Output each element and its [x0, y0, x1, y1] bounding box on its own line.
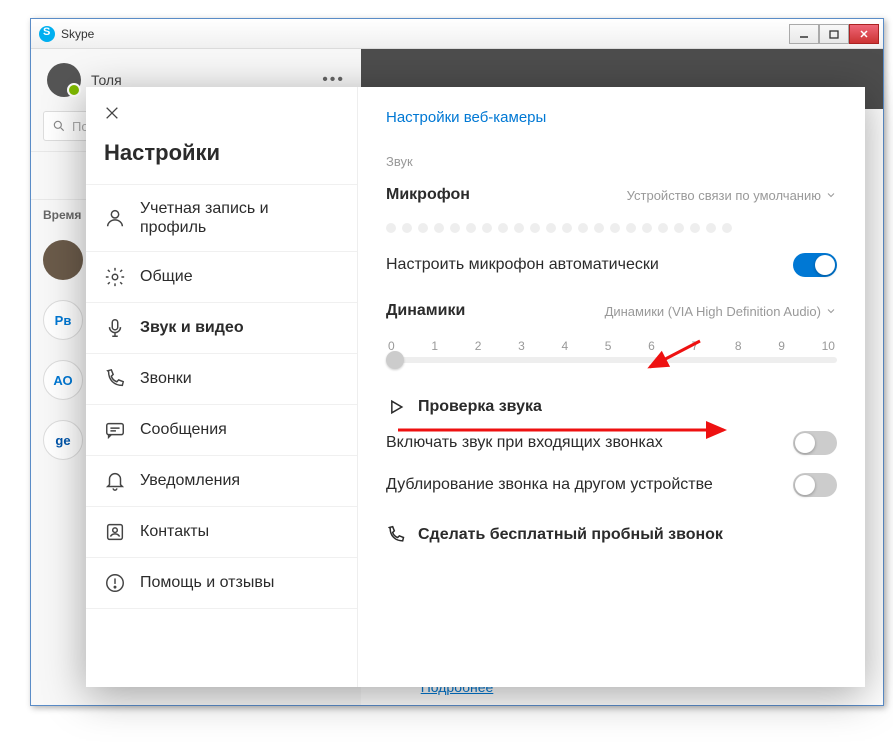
- nav-contacts[interactable]: Контакты: [86, 506, 357, 557]
- scale-mark: 8: [735, 339, 742, 353]
- help-icon: [104, 572, 126, 594]
- level-dot: [562, 223, 572, 233]
- level-dot: [386, 223, 396, 233]
- chevron-down-icon: [825, 189, 837, 201]
- webcam-settings-link[interactable]: Настройки веб-камеры: [386, 109, 546, 126]
- scale-mark: 7: [692, 339, 699, 353]
- phone-icon: [104, 368, 126, 390]
- level-dot: [498, 223, 508, 233]
- settings-nav: Настройки Учетная запись и профиль Общие…: [86, 87, 358, 687]
- contacts-icon: [104, 521, 126, 543]
- close-settings-button[interactable]: [86, 87, 357, 134]
- level-dot: [674, 223, 684, 233]
- auto-mic-toggle[interactable]: [793, 253, 837, 277]
- scale-mark: 3: [518, 339, 525, 353]
- microphone-icon: [104, 317, 126, 339]
- bell-icon: [104, 470, 126, 492]
- speakers-label: Динамики: [386, 302, 465, 320]
- title-bar: Skype: [31, 19, 883, 49]
- gear-icon: [104, 266, 126, 288]
- level-dot: [578, 223, 588, 233]
- avatar: [47, 63, 81, 97]
- user-icon: [104, 207, 126, 229]
- skype-logo-icon: [39, 26, 55, 42]
- phone-icon: [386, 525, 406, 545]
- window-title: Skype: [61, 27, 789, 41]
- microphone-level-meter: [386, 223, 837, 233]
- level-dot: [626, 223, 636, 233]
- ring-incoming-label: Включать звук при входящих звонках: [386, 434, 663, 452]
- nav-general[interactable]: Общие: [86, 251, 357, 302]
- level-dot: [642, 223, 652, 233]
- free-test-call-button[interactable]: Сделать бесплатный пробный звонок: [386, 513, 837, 557]
- ring-incoming-toggle[interactable]: [793, 431, 837, 455]
- level-dot: [450, 223, 460, 233]
- nav-calls[interactable]: Звонки: [86, 353, 357, 404]
- close-icon: [104, 105, 120, 121]
- play-icon: [386, 397, 406, 417]
- scale-mark: 6: [648, 339, 655, 353]
- nav-messages[interactable]: Сообщения: [86, 404, 357, 455]
- scale-mark: 1: [431, 339, 438, 353]
- scale-mark: 10: [822, 339, 835, 353]
- settings-title: Настройки: [86, 134, 357, 184]
- avatar: ge: [43, 420, 83, 460]
- nav-help[interactable]: Помощь и отзывы: [86, 557, 357, 609]
- nav-notifications[interactable]: Уведомления: [86, 455, 357, 506]
- level-dot: [466, 223, 476, 233]
- nav-account[interactable]: Учетная запись и профиль: [86, 184, 357, 251]
- scale-mark: 5: [605, 339, 612, 353]
- level-dot: [530, 223, 540, 233]
- ring-redirect-toggle[interactable]: [793, 473, 837, 497]
- app-window: Skype Добро пожаловать, Толя ••• Пои Чат…: [30, 18, 884, 706]
- level-dot: [594, 223, 604, 233]
- test-audio-button[interactable]: Проверка звука: [386, 385, 837, 429]
- speaker-volume-slider[interactable]: [386, 357, 837, 363]
- scale-mark: 4: [561, 339, 568, 353]
- level-dot: [690, 223, 700, 233]
- chevron-down-icon: [825, 305, 837, 317]
- scale-mark: 2: [475, 339, 482, 353]
- level-dot: [722, 223, 732, 233]
- speaker-volume-scale: 012345678910: [388, 339, 835, 353]
- auto-mic-label: Настроить микрофон автоматически: [386, 256, 659, 274]
- microphone-label: Микрофон: [386, 186, 470, 204]
- level-dot: [706, 223, 716, 233]
- minimize-button[interactable]: [789, 24, 819, 44]
- nav-audio-video[interactable]: Звук и видео: [86, 302, 357, 353]
- level-dot: [610, 223, 620, 233]
- slider-thumb[interactable]: [386, 351, 404, 369]
- level-dot: [482, 223, 492, 233]
- avatar: АО: [43, 360, 83, 400]
- profile-name: Толя: [91, 72, 122, 88]
- settings-modal: Настройки Учетная запись и профиль Общие…: [86, 87, 865, 687]
- sound-section-label: Звук: [386, 154, 837, 169]
- search-icon: [52, 119, 66, 133]
- maximize-button[interactable]: [819, 24, 849, 44]
- scale-mark: 9: [778, 339, 785, 353]
- level-dot: [402, 223, 412, 233]
- speakers-device-select[interactable]: Динамики (VIA High Definition Audio): [605, 304, 837, 319]
- level-dot: [418, 223, 428, 233]
- microphone-device-select[interactable]: Устройство связи по умолчанию: [627, 188, 837, 203]
- settings-content: Настройки веб-камеры Звук Микрофон Устро…: [358, 87, 865, 687]
- avatar: [43, 240, 83, 280]
- level-dot: [434, 223, 444, 233]
- close-window-button[interactable]: [849, 24, 879, 44]
- level-dot: [514, 223, 524, 233]
- message-icon: [104, 419, 126, 441]
- level-dot: [658, 223, 668, 233]
- level-dot: [546, 223, 556, 233]
- avatar: Рв: [43, 300, 83, 340]
- ring-redirect-label: Дублирование звонка на другом устройстве: [386, 476, 713, 494]
